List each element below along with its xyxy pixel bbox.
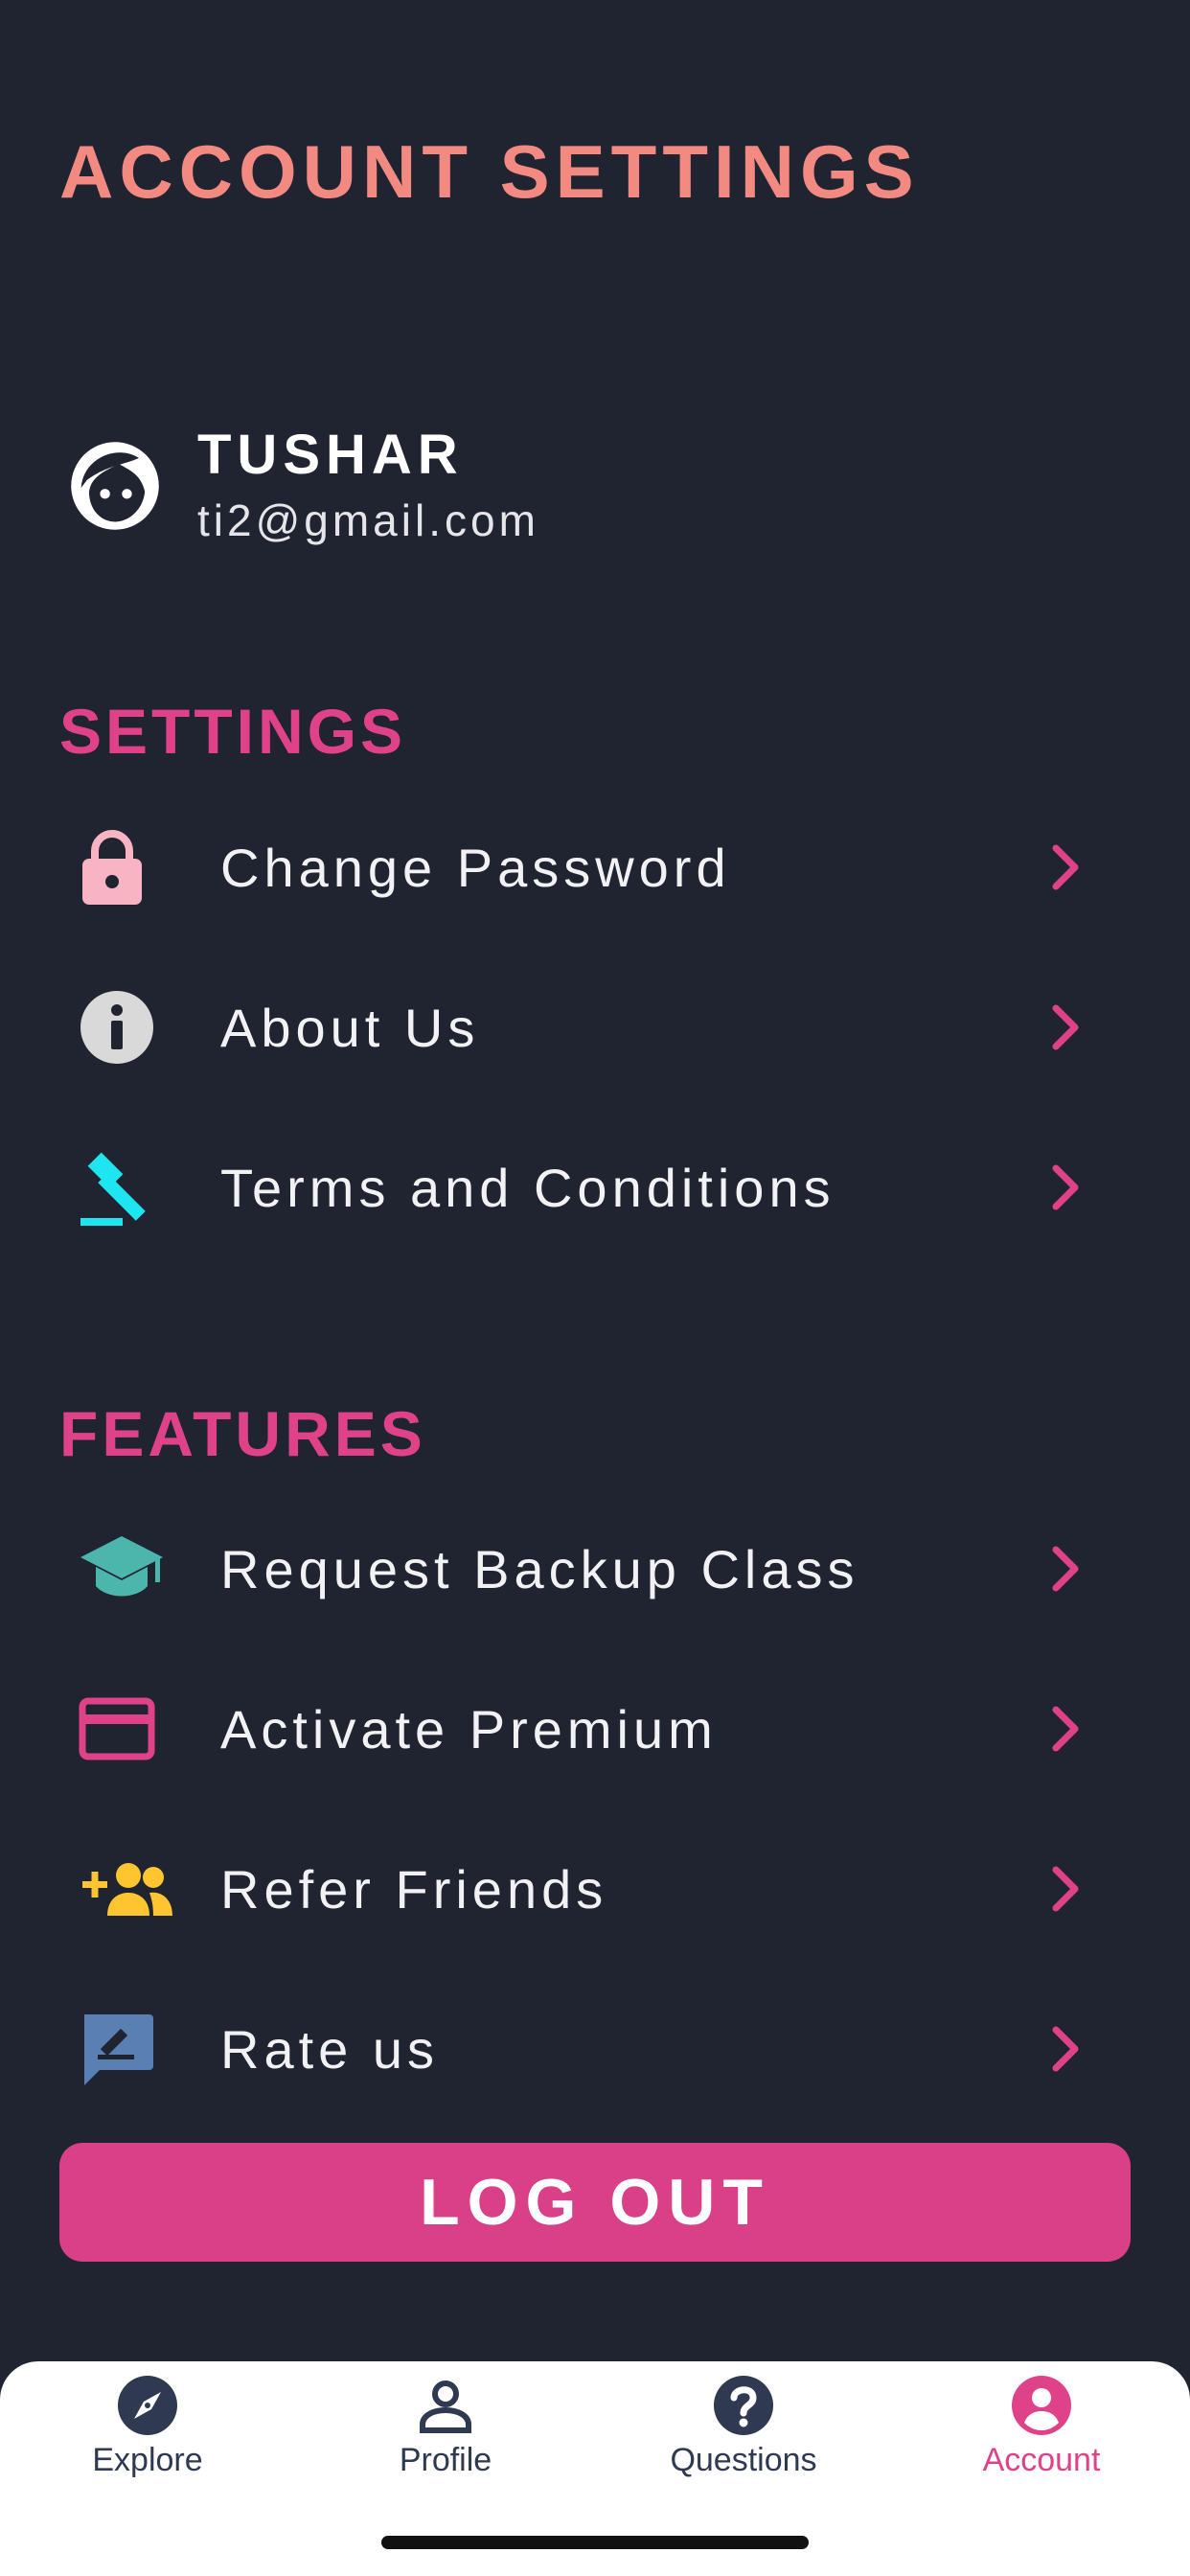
rate-us-item[interactable]: Rate us (59, 1987, 1094, 2111)
tab-questions-label: Questions (670, 2442, 817, 2478)
request-backup-class-item[interactable]: Request Backup Class (59, 1506, 1094, 1631)
chevron-right-icon (1037, 999, 1094, 1056)
lock-icon (59, 824, 188, 910)
features-section-title: FEATURES (59, 1398, 426, 1469)
question-icon (714, 2376, 773, 2435)
activate-premium-item[interactable]: Activate Premium (59, 1667, 1094, 1791)
settings-section-title: SETTINGS (59, 696, 407, 767)
user-email: ti2@gmail.com (197, 495, 539, 545)
person-icon (420, 2380, 471, 2433)
rate-us-label: Rate us (220, 2018, 439, 2080)
credit-card-icon (59, 1686, 188, 1772)
tab-profile-label: Profile (399, 2442, 492, 2478)
chevron-right-icon (1037, 1159, 1094, 1216)
refer-friends-item[interactable]: Refer Friends (59, 1827, 1094, 1951)
user-name: TUSHAR (197, 424, 464, 486)
refer-friends-label: Refer Friends (220, 1858, 608, 1920)
terms-and-conditions-label: Terms and Conditions (220, 1157, 835, 1218)
about-us-label: About Us (220, 997, 480, 1058)
add-group-icon (59, 1846, 188, 1932)
chevron-right-icon (1037, 2020, 1094, 2078)
chevron-right-icon (1037, 1700, 1094, 1758)
rate-review-icon (59, 2006, 188, 2092)
change-password-item[interactable]: Change Password (59, 805, 1094, 930)
page-title: ACCOUNT SETTINGS (59, 129, 920, 214)
gavel-icon (59, 1144, 188, 1230)
change-password-label: Change Password (220, 837, 731, 898)
tab-explore-label: Explore (92, 2442, 203, 2478)
tab-questions[interactable]: Questions (629, 2375, 858, 2499)
chevron-right-icon (1037, 1860, 1094, 1918)
tab-explore[interactable]: Explore (33, 2375, 263, 2499)
about-us-item[interactable]: About Us (59, 965, 1094, 1090)
account-settings-screen: ACCOUNT SETTINGS TUSHAR ti2@gmail.com SE… (0, 0, 1190, 2576)
info-icon (59, 984, 188, 1070)
tab-account[interactable]: Account (927, 2375, 1156, 2499)
request-backup-class-label: Request Backup Class (220, 1538, 859, 1599)
logout-button[interactable]: LOG OUT (59, 2143, 1131, 2262)
account-circle-icon (1012, 2376, 1071, 2435)
graduation-cap-icon (59, 1526, 188, 1612)
user-card: TUSHAR ti2@gmail.com (65, 422, 927, 556)
tab-profile[interactable]: Profile (331, 2375, 561, 2499)
activate-premium-label: Activate Premium (220, 1698, 718, 1760)
home-indicator (381, 2536, 809, 2549)
tab-account-label: Account (982, 2442, 1101, 2478)
compass-icon (118, 2376, 177, 2435)
face-avatar-icon (71, 442, 159, 530)
terms-and-conditions-item[interactable]: Terms and Conditions (59, 1125, 1094, 1250)
chevron-right-icon (1037, 839, 1094, 896)
chevron-right-icon (1037, 1540, 1094, 1598)
